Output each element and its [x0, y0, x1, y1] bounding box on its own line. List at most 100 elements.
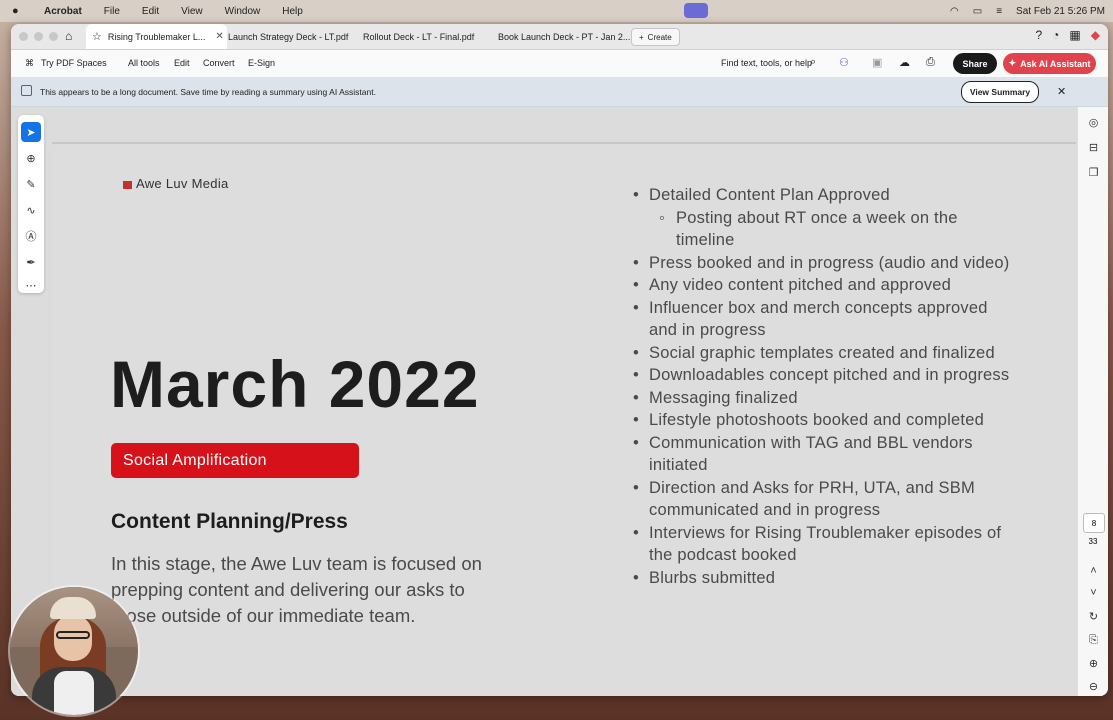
pages-icon[interactable]: ❐	[1086, 165, 1101, 180]
zoom-in-icon[interactable]: ⊕	[1086, 656, 1101, 671]
menu-edit[interactable]: Edit	[142, 6, 159, 17]
try-pdf-spaces-button[interactable]: Try PDF Spaces	[41, 58, 107, 68]
chevron-up-icon[interactable]: ˄	[1086, 563, 1101, 578]
draw-freehand-icon[interactable]: ∿	[21, 200, 41, 220]
close-banner-icon[interactable]: ✕	[1057, 85, 1066, 98]
list-item: Any video content pitched and approved	[632, 274, 1012, 297]
star-icon[interactable]: ☆	[92, 30, 102, 43]
acrobat-logo-icon[interactable]: ◆	[1091, 28, 1100, 42]
select-cursor-icon[interactable]: ➤	[21, 122, 41, 142]
convert-menu[interactable]: Convert	[203, 58, 235, 68]
document-viewport[interactable]: Awe Luv Media March 2022 Social Amplific…	[11, 107, 1108, 696]
list-item: Messaging finalized	[632, 387, 1012, 410]
save-icon[interactable]: ▣	[872, 56, 882, 69]
tab-rollout-deck[interactable]: Rollout Deck - LT - Final.pdf	[363, 24, 474, 49]
main-toolbar: ⌘ Try PDF Spaces All tools Edit Convert …	[11, 50, 1108, 78]
screen-share-icon[interactable]	[684, 3, 708, 18]
ai-tools-icon[interactable]: ⚇	[839, 56, 849, 69]
list-item: Blurbs submitted	[632, 567, 1012, 590]
menu-file[interactable]: File	[104, 6, 120, 17]
current-page-input[interactable]: 8	[1083, 513, 1105, 533]
print-icon[interactable]: ⎙	[926, 56, 935, 69]
tab-label: Rising Troublemaker L...	[107, 31, 206, 42]
tab-book-launch[interactable]: Book Launch Deck - PT - Jan 2...	[498, 24, 630, 49]
more-tools-icon[interactable]: ⋯	[21, 275, 41, 295]
page-divider	[52, 142, 1076, 144]
plus-icon: +	[639, 32, 644, 42]
esign-menu[interactable]: E-Sign	[248, 58, 275, 68]
window-controls	[19, 32, 58, 41]
menu-clock[interactable]: Sat Feb 21 5:26 PM	[1016, 6, 1105, 17]
total-pages: 33	[1088, 537, 1098, 546]
upload-cloud-icon[interactable]: ☁	[899, 56, 910, 69]
fill-sign-icon[interactable]: ✒	[21, 252, 41, 272]
tab-label: Rollout Deck - LT - Final.pdf	[363, 31, 475, 42]
refresh-icon[interactable]: ↻	[1086, 609, 1101, 624]
export-file-icon[interactable]: ⎘	[1086, 633, 1101, 648]
menu-help[interactable]: Help	[282, 6, 303, 17]
list-item: Press booked and in progress (audio and …	[632, 252, 1012, 275]
ai-summary-icon	[21, 85, 32, 96]
search-icon[interactable]: ⌕	[810, 56, 816, 69]
close-window-button[interactable]	[19, 32, 28, 41]
pdf-page[interactable]: Awe Luv Media March 2022 Social Amplific…	[54, 146, 1076, 696]
menu-app-name[interactable]: Acrobat	[44, 6, 82, 17]
milestone-list: Detailed Content Plan ApprovedPosting ab…	[632, 184, 1012, 589]
bell-icon[interactable]: ◔	[1052, 28, 1059, 42]
bookmarks-icon[interactable]: ⊟	[1086, 140, 1101, 155]
tab-launch-strategy[interactable]: Launch Strategy Deck - LT.pdf	[228, 24, 348, 49]
edit-menu[interactable]: Edit	[174, 58, 190, 68]
pdf-spaces-icon[interactable]: ⌘	[25, 58, 34, 69]
home-icon[interactable]: ⌂	[65, 29, 72, 43]
acrobat-window: ⌂ ☆ Rising Troublemaker L... ✕ Launch St…	[11, 24, 1108, 696]
add-comment-icon[interactable]: ⊕	[21, 148, 41, 168]
zoom-window-button[interactable]	[49, 32, 58, 41]
right-panel-rail: ◎ ⊟ ❐ 8 33 ˄ ˅ ↻ ⎘ ⊕ ⊖	[1077, 107, 1108, 696]
list-item: Influencer box and merch concepts approv…	[632, 297, 1012, 342]
find-tools-search[interactable]: Find text, tools, or help	[721, 58, 812, 68]
sub-list-item: Posting about RT once a week on the time…	[632, 207, 1012, 252]
menu-bar: ● Acrobat File Edit View Window Help ◠ ▭…	[0, 0, 1113, 22]
webcam-bubble	[10, 587, 138, 715]
share-button[interactable]: Share	[953, 53, 997, 74]
zoom-out-icon[interactable]: ⊖	[1086, 679, 1101, 694]
webcam-glasses	[56, 631, 90, 639]
list-item: Interviews for Rising Troublemaker episo…	[632, 522, 1012, 567]
apple-icon[interactable]: ●	[12, 5, 24, 17]
create-label: Create	[647, 32, 672, 42]
control-center-icon[interactable]: ≡	[996, 6, 1002, 17]
create-tab-button[interactable]: + Create	[631, 28, 680, 46]
wifi-icon[interactable]: ◠	[950, 6, 959, 17]
section-subheading: Content Planning/Press	[111, 510, 348, 533]
view-summary-button[interactable]: View Summary	[961, 81, 1039, 103]
apps-grid-icon[interactable]: ▦	[1069, 28, 1080, 42]
section-body: In this stage, the Awe Luv team is focus…	[111, 553, 482, 626]
list-item: Lifestyle photoshoots booked and complet…	[632, 409, 1012, 432]
tab-rising-troublemaker[interactable]: ☆ Rising Troublemaker L... ✕	[86, 24, 227, 49]
ask-ai-assistant-button[interactable]: ✦ Ask AI Assistant	[1003, 53, 1096, 74]
ai-assistant-icon: ✦	[1008, 58, 1017, 68]
close-tab-icon[interactable]: ✕	[215, 31, 223, 42]
pdf-canvas[interactable]: Awe Luv Media March 2022 Social Amplific…	[52, 107, 1076, 696]
tab-label: Launch Strategy Deck - LT.pdf	[228, 31, 349, 42]
chevron-down-icon[interactable]: ˅	[1086, 585, 1101, 600]
banner-text: This appears to be a long document. Save…	[40, 87, 376, 97]
battery-icon[interactable]: ▭	[973, 6, 982, 17]
all-tools-menu[interactable]: All tools	[128, 58, 160, 68]
minimize-window-button[interactable]	[34, 32, 43, 41]
menu-window[interactable]: Window	[225, 6, 261, 17]
list-item: Downloadables concept pitched and in pro…	[632, 364, 1012, 387]
logo-mark-icon	[123, 180, 132, 189]
tool-rail: ➤ ⊕ ✎ ∿ Ⓐ ✒ ⋯	[18, 115, 44, 293]
list-item: Social graphic templates created and fin…	[632, 342, 1012, 365]
list-item: Detailed Content Plan Approved	[632, 184, 1012, 207]
menu-view[interactable]: View	[181, 6, 203, 17]
text-box-icon[interactable]: Ⓐ	[21, 226, 41, 246]
logo-text: Awe Luv Media	[136, 176, 229, 191]
comments-icon[interactable]: ◎	[1086, 115, 1101, 130]
tab-label: Book Launch Deck - PT - Jan 2...	[498, 31, 631, 42]
highlight-pen-icon[interactable]: ✎	[21, 174, 41, 194]
webcam-shirt	[54, 671, 94, 715]
help-icon[interactable]: ?	[1035, 28, 1042, 42]
tab-bar: ⌂ ☆ Rising Troublemaker L... ✕ Launch St…	[11, 24, 1108, 50]
